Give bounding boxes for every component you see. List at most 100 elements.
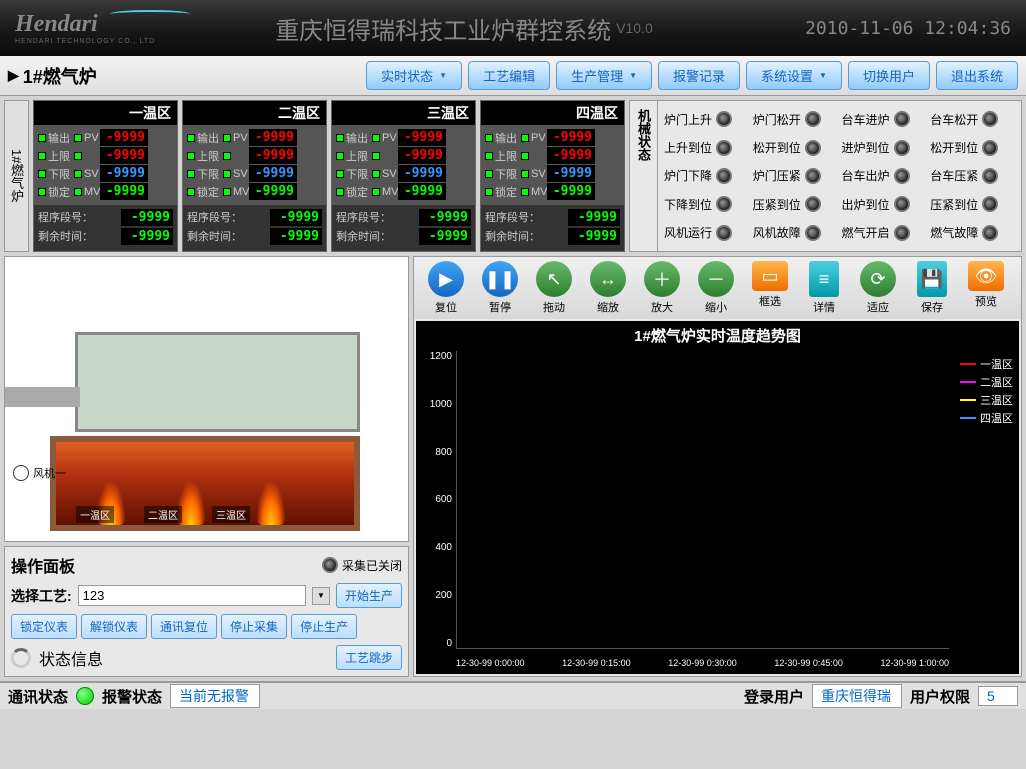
zone-title: 四温区	[481, 101, 624, 125]
fire-zone-label: 二温区	[144, 506, 182, 523]
toolbar-工艺编辑-button[interactable]: 工艺编辑	[468, 61, 550, 90]
op-停止采集-button[interactable]: 停止采集	[221, 614, 287, 639]
status-led-icon	[805, 140, 821, 156]
zone-row: 下限SV-9999	[485, 165, 620, 182]
zone-prog-value: -9999	[419, 228, 471, 245]
mech-item: 台车松开	[930, 107, 1015, 131]
chart-area[interactable]: 1#燃气炉实时温度趋势图 一温区二温区三温区四温区 12001000800600…	[416, 321, 1019, 674]
mech-item: 台车出炉	[842, 164, 927, 188]
chart-tool-暂停[interactable]: ❚❚暂停	[474, 261, 526, 315]
chart-tool-框选[interactable]: ▭框选	[744, 261, 796, 315]
toolbar-切换用户-button[interactable]: 切换用户	[848, 61, 930, 90]
zone-panel: 四温区输出PV-9999上限-9999下限SV-9999锁定MV-9999程序段…	[480, 100, 625, 252]
chart-tool-预览[interactable]: 👁预览	[960, 261, 1012, 315]
缩放-icon: ↔	[590, 261, 626, 297]
详情-icon: ≡	[809, 261, 839, 297]
login-user-value: 重庆恒得瑞	[812, 684, 902, 708]
zone-prog-value: -9999	[568, 228, 620, 245]
indicator-icon	[223, 188, 231, 196]
chart-tool-适应[interactable]: ⟳适应	[852, 261, 904, 315]
indicator-icon	[485, 188, 493, 196]
collect-led-icon	[322, 557, 338, 573]
chart-tool-缩放[interactable]: ↔缩放	[582, 261, 634, 315]
mech-item: 炉门下降	[664, 164, 749, 188]
system-title: 重庆恒得瑞科技工业炉群控系统	[275, 11, 611, 46]
拖动-icon: ↖	[536, 261, 572, 297]
x-tick: 12-30-99 0:15:00	[562, 658, 631, 668]
zone-panel: 一温区输出PV-9999上限-9999下限SV-9999锁定MV-9999程序段…	[33, 100, 178, 252]
indicator-icon	[74, 188, 82, 196]
toolbar-生产管理-button[interactable]: 生产管理▼	[556, 61, 652, 90]
login-user-label: 登录用户	[744, 686, 804, 707]
process-dropdown-button[interactable]: ▼	[312, 587, 330, 605]
start-production-button[interactable]: 开始生产	[336, 583, 402, 608]
zone-value: -9999	[398, 129, 446, 146]
mech-item: 炉门压紧	[753, 164, 838, 188]
status-led-icon	[805, 225, 821, 241]
indicator-icon	[372, 188, 380, 196]
status-led-icon	[716, 168, 732, 184]
status-led-icon	[716, 225, 732, 241]
x-tick: 12-30-99 1:00:00	[880, 658, 949, 668]
zone-row: 上限-9999	[38, 147, 173, 164]
legend-item: 三温区	[960, 392, 1013, 408]
op-解锁仪表-button[interactable]: 解锁仪表	[81, 614, 147, 639]
legend-color-icon	[960, 417, 976, 419]
indicator-icon	[74, 134, 82, 142]
op-停止生产-button[interactable]: 停止生产	[291, 614, 357, 639]
zone-prog-value: -9999	[419, 209, 471, 226]
chart-tool-复位[interactable]: ▶复位	[420, 261, 472, 315]
status-led-icon	[894, 111, 910, 127]
mech-status-panel: 机械状态 炉门上升炉门松开台车进炉台车松开上升到位松开到位进炉到位松开到位炉门下…	[629, 100, 1022, 252]
chart-tool-缩小[interactable]: －缩小	[690, 261, 742, 315]
mech-item: 风机运行	[664, 221, 749, 245]
zone-value: -9999	[249, 183, 297, 200]
适应-icon: ⟳	[860, 261, 896, 297]
indicator-icon	[74, 152, 82, 160]
operation-panel: 操作面板 采集已关闭 选择工艺: ▼ 开始生产 锁定仪表解锁仪表通讯复位停止采集…	[4, 546, 409, 677]
zone-value: -9999	[547, 183, 595, 200]
select-process-label: 选择工艺:	[11, 586, 72, 606]
toolbar-实时状态-button[interactable]: 实时状态▼	[366, 61, 462, 90]
mech-item: 炉门松开	[753, 107, 838, 131]
op-锁定仪表-button[interactable]: 锁定仪表	[11, 614, 77, 639]
mech-item: 下降到位	[664, 192, 749, 216]
暂停-icon: ❚❚	[482, 261, 518, 297]
comm-status-label: 通讯状态	[8, 686, 68, 707]
status-led-icon	[716, 140, 732, 156]
indicator-icon	[521, 188, 529, 196]
toolbar-系统设置-button[interactable]: 系统设置▼	[746, 61, 842, 90]
toolbar-退出系统-button[interactable]: 退出系统	[936, 61, 1018, 90]
status-led-icon	[805, 196, 821, 212]
zone-row: 输出PV-9999	[187, 129, 322, 146]
zone-prog-value: -9999	[270, 228, 322, 245]
zone-row: 上限-9999	[485, 147, 620, 164]
status-led-icon	[982, 140, 998, 156]
chart-tool-拖动[interactable]: ↖拖动	[528, 261, 580, 315]
mech-item: 压紧到位	[753, 192, 838, 216]
system-version: V10.0	[616, 20, 653, 36]
zone-row: 上限-9999	[336, 147, 471, 164]
status-led-icon	[982, 196, 998, 212]
chart-tool-保存[interactable]: 💾保存	[906, 261, 958, 315]
chart-tool-详情[interactable]: ≡详情	[798, 261, 850, 315]
process-input[interactable]	[78, 585, 306, 606]
zone-value: -9999	[547, 165, 595, 182]
main-toolbar: 1#燃气炉 实时状态▼工艺编辑生产管理▼报警记录系统设置▼切换用户退出系统	[0, 56, 1026, 96]
缩小-icon: －	[698, 261, 734, 297]
status-led-icon	[894, 168, 910, 184]
logo-swoosh-icon	[110, 10, 190, 18]
chart-tool-放大[interactable]: ＋放大	[636, 261, 688, 315]
process-jump-button[interactable]: 工艺跳步	[336, 645, 402, 670]
toolbar-报警记录-button[interactable]: 报警记录	[658, 61, 740, 90]
indicator-icon	[521, 134, 529, 142]
zone-value: -9999	[398, 183, 446, 200]
status-led-icon	[805, 168, 821, 184]
y-tick: 1000	[422, 399, 452, 410]
op-通讯复位-button[interactable]: 通讯复位	[151, 614, 217, 639]
复位-icon: ▶	[428, 261, 464, 297]
zone-prog-row: 程序段号：-9999	[187, 209, 322, 226]
indicator-icon	[372, 134, 380, 142]
zone-panel: 三温区输出PV-9999上限-9999下限SV-9999锁定MV-9999程序段…	[331, 100, 476, 252]
indicator-icon	[485, 170, 493, 178]
